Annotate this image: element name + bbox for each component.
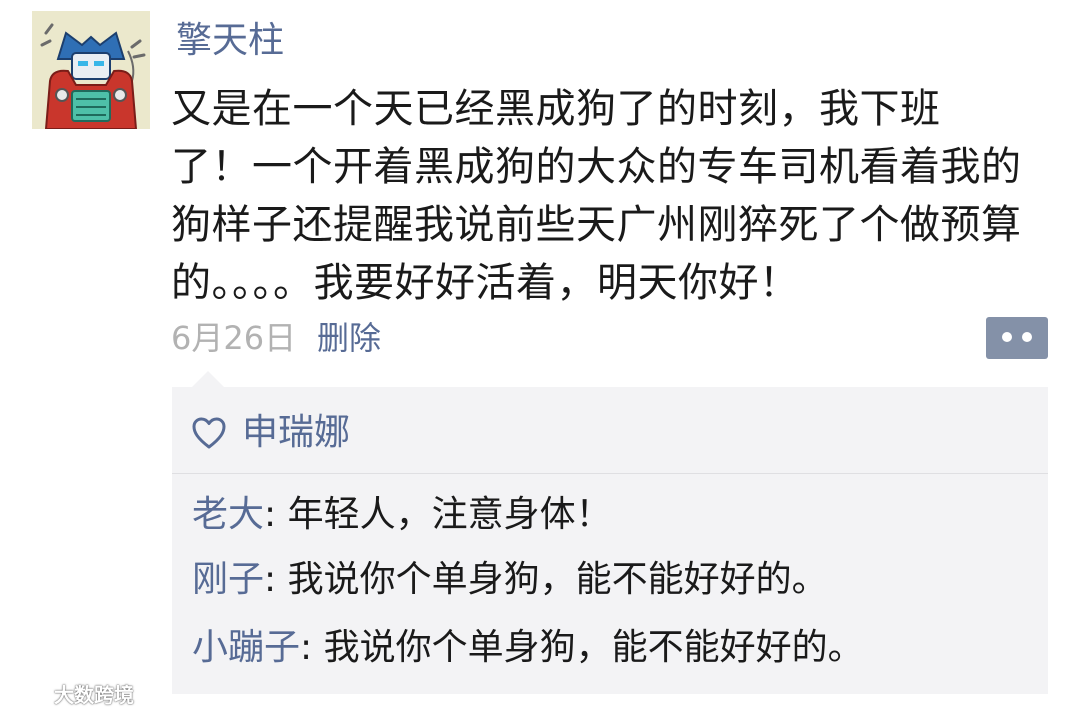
like-user-name[interactable]: 申瑞娜 [242, 408, 350, 458]
comment-separator: : [264, 494, 288, 535]
comment-item[interactable]: 老大: 年轻人，注意身体！ [192, 490, 612, 540]
delete-link[interactable]: 删除 [317, 316, 381, 360]
author-avatar[interactable] [32, 11, 150, 129]
commenter-name[interactable]: 小蹦子 [192, 627, 300, 668]
commenter-name[interactable]: 老大 [192, 494, 264, 535]
more-button[interactable] [986, 317, 1048, 359]
post-text: 又是在一个天已经黑成狗了的时刻，我下班 了！一个开着黑成狗的大众的专车司机看着我… [171, 86, 1022, 306]
post-meta: 6月26日 删除 [171, 316, 381, 360]
comment-item[interactable]: 小蹦子: 我说你个单身狗，能不能好好的。 [192, 623, 864, 673]
comment-box-arrow [192, 371, 224, 387]
comment-separator: : [264, 559, 288, 600]
brand-logo-icon [10, 686, 50, 705]
comment-text: 我说你个单身狗，能不能好好的。 [323, 627, 864, 668]
comment-text: 年轻人，注意身体！ [287, 494, 612, 535]
heart-icon [192, 417, 226, 449]
watermark-text: 大数跨境 [54, 683, 134, 707]
commenter-name[interactable]: 刚子 [192, 559, 264, 600]
author-name[interactable]: 擎天柱 [176, 16, 284, 66]
likes-divider [172, 473, 1048, 474]
comment-item[interactable]: 刚子: 我说你个单身狗，能不能好好的。 [192, 555, 828, 605]
comment-text: 我说你个单身狗，能不能好好的。 [287, 559, 828, 600]
more-dots-icon [1002, 332, 1012, 342]
more-dots-icon [1022, 332, 1032, 342]
comment-separator: : [300, 627, 324, 668]
post-date: 6月26日 [171, 319, 297, 357]
robot-cartoon-avatar-icon [32, 11, 150, 129]
